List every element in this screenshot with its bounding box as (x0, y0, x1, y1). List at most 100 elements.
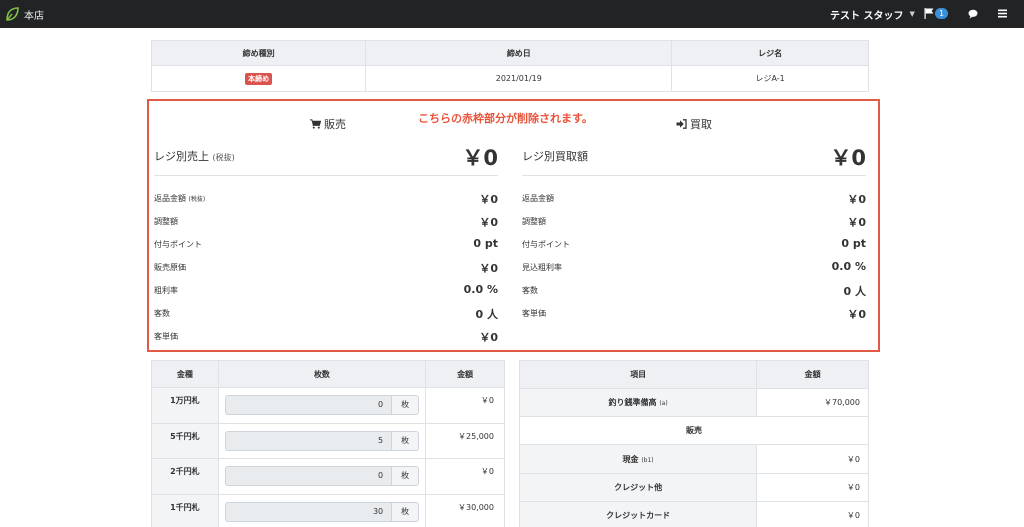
denomination-label: 1千円札 (151, 493, 219, 527)
quantity-input[interactable]: 0 (224, 395, 392, 416)
closing-info-table: 締め種別 締め日 レジ名 本締め 2021/01/19 レジA-1 (150, 40, 869, 92)
purchase-heading: 買取 (676, 116, 712, 132)
float-note: (a) (659, 400, 668, 408)
user-name: テスト スタッフ (830, 10, 904, 22)
table-row: 販売 (519, 416, 869, 446)
sales-title: 販売 (324, 118, 346, 131)
item-note: (b1) (641, 456, 654, 464)
header-item: 項目 (518, 359, 758, 390)
header-register-name: レジ名 (671, 40, 869, 66)
quantity-input-group: 0枚 (224, 466, 420, 487)
item-value: ￥0 (756, 444, 869, 474)
top-navbar: 本店 テスト スタッフ ▼ 1 (0, 0, 1024, 28)
purchase-row-label: 調整額 (522, 217, 546, 226)
sales-row-return: 返品金額 (税抜) ￥0 (154, 186, 498, 209)
chevron-down-icon: ▼ (909, 10, 915, 18)
table-row: 1千円札 30 枚 ￥30,000 (151, 493, 505, 527)
sales-row-value: ￥0 (479, 193, 498, 206)
sales-row-label: 客数 (154, 309, 170, 318)
sales-row-label: 粗利率 (154, 286, 178, 295)
purchase-row-label: 客単価 (522, 309, 546, 318)
brand[interactable]: 本店 (4, 5, 44, 23)
count-cell: 30 枚 (217, 493, 427, 527)
table-row: 釣り銭準備高 (a) ￥70,000 (518, 388, 869, 418)
table-row: 2千円札 0枚 ￥0 (151, 458, 505, 495)
count-cell: 0枚 (217, 387, 427, 424)
item-value: ￥0 (756, 500, 869, 527)
register-sales-value: ￥0 (462, 146, 498, 170)
header-item-amount: 金額 (756, 359, 869, 390)
header-closing-type: 締め種別 (150, 40, 367, 66)
denomination-label: 2千円札 (151, 458, 219, 495)
closing-date: 2021/01/19 (365, 65, 673, 92)
quantity-input[interactable]: 0 (224, 466, 392, 487)
chat-bubble-icon[interactable] (968, 9, 978, 19)
quantity-unit: 枚 (391, 395, 420, 416)
item-value: ￥0 (756, 472, 869, 502)
table-row: 5千円札 5枚 ￥25,000 (151, 422, 505, 460)
denomination-amount: ￥0 (425, 387, 505, 424)
sales-row-note: (税抜) (188, 196, 206, 203)
purchase-row-value: 0.0 % (831, 260, 866, 273)
purchase-row-unit-price: 客単価 ￥0 (522, 301, 866, 324)
shopping-cart-icon (310, 119, 321, 129)
tax-excluded-note: (税抜) (212, 153, 235, 162)
sales-row-label: 客単価 (154, 332, 178, 341)
purchase-title: 買取 (690, 118, 712, 131)
purchase-row-label: 見込粗利率 (522, 263, 562, 272)
quantity-input-group: 0枚 (224, 395, 420, 416)
purchase-row-return: 返品金額 ￥0 (522, 186, 866, 209)
quantity-input[interactable]: 30 (224, 501, 392, 522)
purchase-row-expected-margin: 見込粗利率 0.0 % (522, 255, 866, 278)
item-label: クレジット他 (518, 472, 758, 502)
table-row: 1万円札 0枚 ￥0 (151, 387, 505, 424)
purchase-row-adjustment: 調整額 ￥0 (522, 209, 866, 232)
table-row: クレジットカード ￥0 (518, 500, 869, 527)
notifications-button[interactable]: 1 (924, 7, 952, 21)
purchase-row-value: 0 人 (843, 285, 866, 298)
sales-row-label: 販売原価 (154, 263, 186, 272)
header-closing-date: 締め日 (365, 40, 673, 66)
sales-row-margin: 粗利率 0.0 % (154, 278, 498, 301)
purchase-row-label: 付与ポイント (522, 240, 570, 249)
sales-row-label-text: 返品金額 (154, 194, 186, 203)
register-sales-row: レジ別売上 (税抜) ￥0 (154, 142, 498, 176)
sales-row-label: 調整額 (154, 217, 178, 226)
sign-in-icon (676, 119, 687, 129)
register-sales-label: レジ別売上 (税抜) (154, 148, 235, 164)
table-row: 現金 (b1) ￥0 (518, 444, 869, 474)
header-amount: 金額 (425, 359, 505, 389)
register-items-table: 項目 金額 釣り銭準備高 (a) ￥70,000 販売 現金 (b1) ￥0 ク… (518, 359, 869, 527)
purchase-row-label: 客数 (522, 286, 538, 295)
purchase-row-customers: 客数 0 人 (522, 278, 866, 301)
quantity-input-group: 30 枚 (224, 501, 420, 522)
sales-row-label: 付与ポイント (154, 240, 202, 249)
user-menu-dropdown[interactable]: テスト スタッフ ▼ (830, 0, 920, 28)
denomination-amount: ￥0 (425, 458, 505, 495)
quantity-input[interactable]: 5 (224, 430, 392, 451)
denomination-amount: ￥30,000 (425, 493, 505, 527)
purchase-detail-list: 返品金額 ￥0 調整額 ￥0 付与ポイント 0 pt 見込粗利率 0.0 % 客… (522, 186, 866, 324)
table-row: クレジット他 ￥0 (518, 472, 869, 502)
purchase-row-value: ￥0 (847, 216, 866, 229)
register-sales-label-text: レジ別売上 (154, 150, 209, 163)
header-denomination: 金種 (151, 359, 219, 389)
purchase-row-value: ￥0 (847, 193, 866, 206)
float-label: 釣り銭準備高 (a) (518, 388, 758, 418)
register-name: レジA-1 (671, 65, 869, 92)
hamburger-menu-icon[interactable] (998, 9, 1007, 18)
quantity-input-group: 5枚 (224, 430, 420, 451)
purchase-row-value: ￥0 (847, 308, 866, 321)
header-count: 枚数 (217, 359, 427, 389)
sales-row-value: ￥0 (479, 216, 498, 229)
denomination-table: 金種 枚数 金額 1万円札 0枚 ￥0 5千円札 5枚 ￥25,000 2千円札… (151, 359, 505, 527)
leaf-logo-icon (6, 7, 19, 21)
sales-row-value: ￥0 (479, 331, 498, 344)
denomination-label: 5千円札 (151, 422, 219, 460)
sales-row-value: ￥0 (479, 262, 498, 275)
purchase-row-value: 0 pt (841, 237, 866, 250)
store-name: 本店 (24, 10, 44, 22)
sales-row-label: 返品金額 (税抜) (154, 193, 205, 204)
denomination-label: 1万円札 (151, 387, 219, 424)
sales-detail-list: 返品金額 (税抜) ￥0 調整額 ￥0 付与ポイント 0 pt 販売原価 ￥0 … (154, 186, 498, 347)
